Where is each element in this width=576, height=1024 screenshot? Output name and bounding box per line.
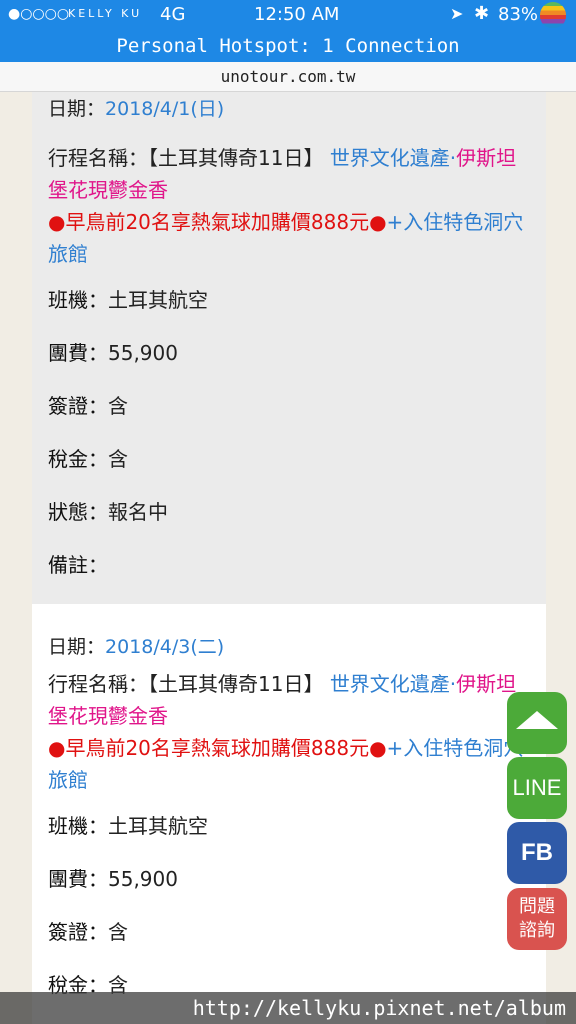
tour-list: 日期：2018/4/1(日) 行程名稱：【土耳其傳奇11日】 世界文化遺產·伊斯… [32, 92, 546, 1024]
watermark: http://kellyku.pixnet.net/album [0, 992, 576, 1024]
visa-value: 含 [108, 920, 128, 944]
trip-label: 行程名稱： [48, 672, 148, 696]
trip-name[interactable]: 行程名稱：【土耳其傳奇11日】 世界文化遺產·伊斯坦堡花現鬱金香 ●早鳥前20名… [48, 142, 530, 270]
tax-label: 稅金： [48, 447, 108, 471]
trip-highlight-red: ●早鳥前20名享熱氣球加購價888元● [48, 210, 387, 234]
inquiry-label-line1: 問題 [519, 896, 555, 917]
trip-title: 【土耳其傳奇11日】 [148, 146, 324, 170]
scroll-top-button[interactable] [507, 692, 567, 754]
trip-highlight-blue: 世界文化遺產· [329, 672, 457, 696]
date-row: 日期：2018/4/3(二) [48, 604, 530, 660]
clock: 12:50 AM [254, 4, 340, 25]
signal-strength: ●○○○○ [8, 6, 70, 22]
note-row: 備註： [48, 539, 530, 592]
trip-label: 行程名稱： [48, 146, 148, 170]
up-triangle-icon [516, 711, 558, 729]
line-button[interactable]: LINE [507, 757, 567, 819]
tax-value: 含 [108, 447, 128, 471]
trip-title: 【土耳其傳奇11日】 [148, 672, 324, 696]
airline-row: 班機：土耳其航空 [48, 800, 530, 853]
status-value: 報名中 [108, 500, 168, 524]
tour-entry: 日期：2018/4/1(日) 行程名稱：【土耳其傳奇11日】 世界文化遺產·伊斯… [32, 92, 546, 604]
carrier-name: KELLY KU [68, 7, 143, 20]
visa-value: 含 [108, 394, 128, 418]
url-bar[interactable]: unotour.com.tw [0, 62, 576, 92]
hotspot-banner[interactable]: Personal Hotspot: 1 Connection [0, 30, 576, 62]
apple-logo-icon [540, 2, 566, 28]
airline-value: 土耳其航空 [108, 288, 208, 312]
airline-value: 土耳其航空 [108, 814, 208, 838]
fee-label: 團費： [48, 867, 108, 891]
visa-row: 簽證：含 [48, 906, 530, 959]
date-label: 日期： [48, 636, 106, 658]
tour-entry: 日期：2018/4/3(二) 行程名稱：【土耳其傳奇11日】 世界文化遺產·伊斯… [32, 604, 546, 1024]
note-label: 備註： [48, 553, 108, 577]
tax-row: 稅金：含 [48, 433, 530, 486]
location-arrow-icon: ➤ [450, 4, 464, 23]
battery-percent: 83% [498, 4, 539, 25]
airline-label: 班機： [48, 288, 108, 312]
network-type: 4G [160, 4, 186, 25]
date-value[interactable]: 2018/4/1(日) [105, 98, 224, 120]
fee-value: 55,900 [108, 867, 178, 891]
date-row: 日期：2018/4/1(日) [48, 92, 530, 134]
airline-row: 班機：土耳其航空 [48, 274, 530, 327]
airline-label: 班機： [48, 814, 108, 838]
bluetooth-icon: ✱ [474, 3, 490, 24]
visa-label: 簽證： [48, 920, 108, 944]
trip-name[interactable]: 行程名稱：【土耳其傳奇11日】 世界文化遺產·伊斯坦堡花現鬱金香 ●早鳥前20名… [48, 668, 530, 796]
fee-label: 團費： [48, 341, 108, 365]
trip-highlight-red: ●早鳥前20名享熱氣球加購價888元● [48, 736, 387, 760]
inquiry-label-line2: 諮詢 [519, 920, 555, 941]
fee-row: 團費：55,900 [48, 327, 530, 380]
fee-row: 團費：55,900 [48, 853, 530, 906]
trip-highlight-blue: 世界文化遺產· [329, 146, 457, 170]
status-bar: ●○○○○ KELLY KU 4G 12:50 AM ➤ ✱ 83% [0, 0, 576, 30]
date-label: 日期： [48, 98, 106, 120]
date-value[interactable]: 2018/4/3(二) [105, 636, 224, 658]
status-label: 狀態： [48, 500, 108, 524]
visa-row: 簽證：含 [48, 380, 530, 433]
visa-label: 簽證： [48, 394, 108, 418]
inquiry-button[interactable]: 問題 諮詢 [507, 888, 567, 950]
facebook-button[interactable]: FB [507, 822, 567, 884]
fee-value: 55,900 [108, 341, 178, 365]
status-row: 狀態：報名中 [48, 486, 530, 539]
